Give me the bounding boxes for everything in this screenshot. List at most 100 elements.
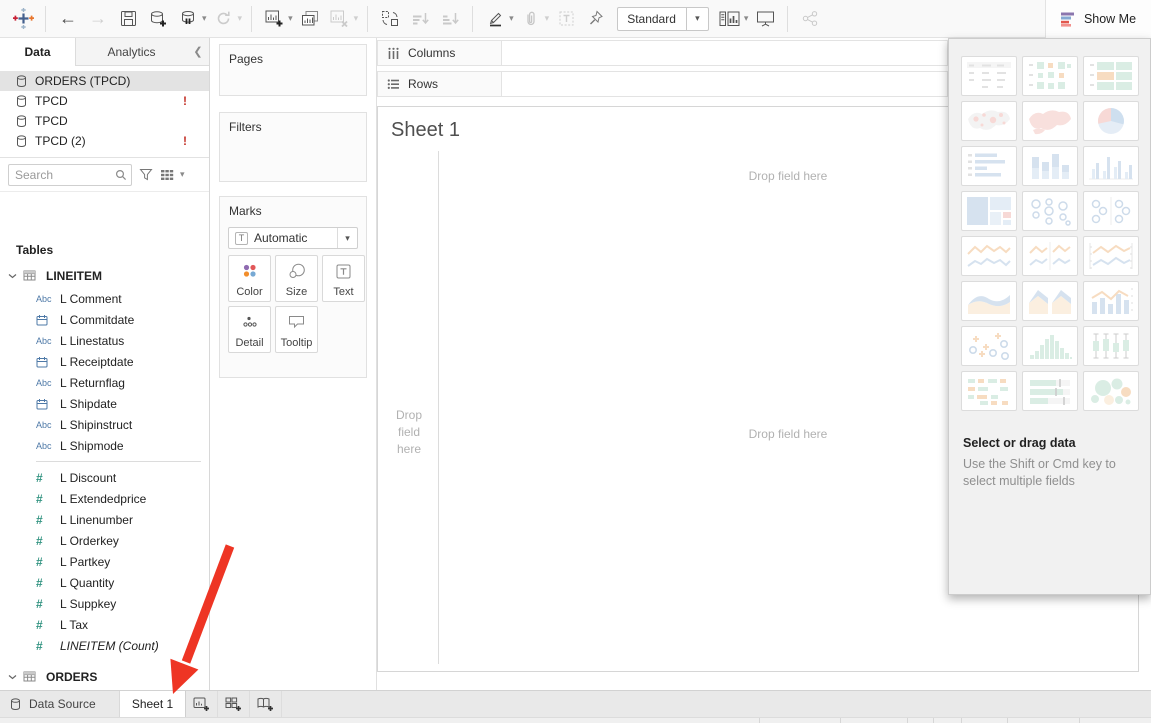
new-worksheet-dropdown-caret[interactable]: ▾ (288, 13, 293, 24)
field-l-tax[interactable]: #L Tax (0, 614, 209, 635)
refresh-data-button[interactable] (212, 6, 236, 32)
tab-data[interactable]: Data (0, 38, 76, 66)
new-story-tab-button[interactable] (250, 691, 282, 717)
tab-data-source[interactable]: Data Source (0, 691, 120, 717)
show-hide-cards-button[interactable] (718, 6, 742, 32)
tab-sheet-1[interactable]: Sheet 1 (120, 691, 186, 717)
field-l-shipmode[interactable]: AbcL Shipmode (0, 435, 209, 456)
field-l-discount[interactable]: #L Discount (0, 467, 209, 488)
show-mark-labels-button[interactable] (554, 6, 578, 32)
fit-mode-caret[interactable]: ▾ (686, 8, 708, 30)
columns-shelf[interactable]: Columns (377, 40, 948, 66)
showme-stacked-bars[interactable] (1022, 146, 1078, 186)
tooltip-button[interactable]: Tooltip (275, 306, 318, 353)
showme-text-table[interactable] (961, 56, 1017, 96)
text-button[interactable]: Text (322, 255, 365, 302)
field-l-quantity[interactable]: #L Quantity (0, 572, 209, 593)
showme-heatmap[interactable] (1022, 56, 1078, 96)
table-group-lineitem[interactable]: LINEITEM (0, 265, 209, 286)
field-l-linenumber[interactable]: #L Linenumber (0, 509, 209, 530)
rows-shelf[interactable]: Rows (377, 71, 948, 97)
search-box[interactable] (8, 164, 132, 186)
field-l-shipinstruct[interactable]: AbcL Shipinstruct (0, 414, 209, 435)
showme-symbol-map[interactable] (961, 101, 1017, 141)
mark-type-caret[interactable]: ▾ (337, 228, 357, 248)
showme-dual-lines[interactable] (1083, 236, 1139, 276)
detail-button[interactable]: Detail (228, 306, 271, 353)
data-source-item[interactable]: TPCD! (0, 91, 209, 111)
share-workbook-button[interactable] (798, 6, 822, 32)
presentation-mode-button[interactable] (753, 6, 777, 32)
field-l-comment[interactable]: AbcL Comment (0, 288, 209, 309)
show-me-button[interactable]: Show Me (1045, 0, 1151, 38)
data-source-item[interactable]: TPCD (0, 111, 209, 131)
showme-scatter-plot[interactable] (961, 326, 1017, 366)
redo-button[interactable]: → (86, 6, 110, 32)
size-button[interactable]: Size (275, 255, 318, 302)
duplicate-sheet-button[interactable] (298, 6, 322, 32)
group-members-button[interactable] (519, 6, 543, 32)
showme-horizontal-bars[interactable] (961, 146, 1017, 186)
showme-discrete-lines[interactable] (1022, 236, 1078, 276)
tab-analytics[interactable]: Analytics (76, 38, 187, 65)
auto-updates-dropdown-caret[interactable]: ▾ (202, 13, 207, 24)
showme-bullet-graph[interactable] (1022, 371, 1078, 411)
field-l-suppkey[interactable]: #L Suppkey (0, 593, 209, 614)
save-button[interactable] (116, 6, 140, 32)
sort-ascending-button[interactable] (408, 6, 432, 32)
undo-button[interactable]: ← (56, 6, 80, 32)
showme-circle-views[interactable] (1022, 191, 1078, 231)
filters-card[interactable]: Filters (219, 112, 367, 182)
showme-side-by-side-circles[interactable] (1083, 191, 1139, 231)
showme-box-and-whisker[interactable] (1083, 326, 1139, 366)
field-lineitem-count-[interactable]: #LINEITEM (Count) (0, 635, 209, 656)
showme-gantt[interactable] (961, 371, 1017, 411)
pause-auto-updates-button[interactable] (176, 6, 200, 32)
showme-discrete-area[interactable] (1022, 281, 1078, 321)
highlight-dropdown-caret[interactable]: ▾ (509, 13, 514, 24)
field-l-orderkey[interactable]: #L Orderkey (0, 530, 209, 551)
data-source-item[interactable]: ORDERS (TPCD) (0, 71, 209, 91)
new-data-source-button[interactable] (146, 6, 170, 32)
view-options-caret[interactable]: ▾ (180, 169, 185, 180)
showme-continuous-lines[interactable] (961, 236, 1017, 276)
mark-type-select[interactable]: T Automatic ▾ (228, 227, 358, 249)
swap-rows-columns-button[interactable] (378, 6, 402, 32)
field-l-shipdate[interactable]: L Shipdate (0, 393, 209, 414)
highlight-button[interactable] (483, 6, 507, 32)
showme-pie-chart[interactable] (1083, 101, 1139, 141)
field-l-returnflag[interactable]: AbcL Returnflag (0, 372, 209, 393)
color-button[interactable]: Color (228, 255, 271, 302)
new-dashboard-tab-button[interactable] (218, 691, 250, 717)
cards-dropdown-caret[interactable]: ▾ (744, 13, 749, 24)
showme-side-by-side-bars[interactable] (1083, 146, 1139, 186)
showme-filled-map[interactable] (1022, 101, 1078, 141)
drop-zone-left[interactable]: Drop field here (386, 407, 432, 458)
showme-dual-combination[interactable] (1083, 281, 1139, 321)
field-l-extendedprice[interactable]: #L Extendedprice (0, 488, 209, 509)
showme-continuous-area[interactable] (961, 281, 1017, 321)
clear-sheet-button[interactable] (328, 6, 352, 32)
filter-fields-icon[interactable] (139, 168, 153, 181)
field-l-linestatus[interactable]: AbcL Linestatus (0, 330, 209, 351)
fit-mode-select[interactable]: Standard ▾ (617, 7, 709, 31)
showme-highlight-table[interactable] (1083, 56, 1139, 96)
group-dropdown-caret[interactable]: ▾ (545, 13, 550, 24)
new-worksheet-tab-button[interactable] (186, 691, 218, 717)
fix-axes-pin-button[interactable] (584, 6, 608, 32)
new-worksheet-button[interactable] (262, 6, 286, 32)
collapse-pane-icon[interactable]: ❮ (187, 38, 209, 65)
field-l-partkey[interactable]: #L Partkey (0, 551, 209, 572)
refresh-dropdown-caret[interactable]: ▾ (238, 13, 243, 24)
clear-sheet-dropdown-caret[interactable]: ▾ (354, 13, 359, 24)
sort-descending-button[interactable] (438, 6, 462, 32)
field-l-commitdate[interactable]: L Commitdate (0, 309, 209, 330)
data-source-item[interactable]: TPCD (2)! (0, 131, 209, 151)
pages-card[interactable]: Pages (219, 44, 367, 96)
view-options-icon[interactable] (160, 169, 174, 181)
showme-packed-bubbles[interactable] (1083, 371, 1139, 411)
showme-histogram[interactable] (1022, 326, 1078, 366)
table-group-orders[interactable]: ORDERS (0, 666, 209, 687)
search-input[interactable] (15, 168, 115, 182)
showme-treemap[interactable] (961, 191, 1017, 231)
